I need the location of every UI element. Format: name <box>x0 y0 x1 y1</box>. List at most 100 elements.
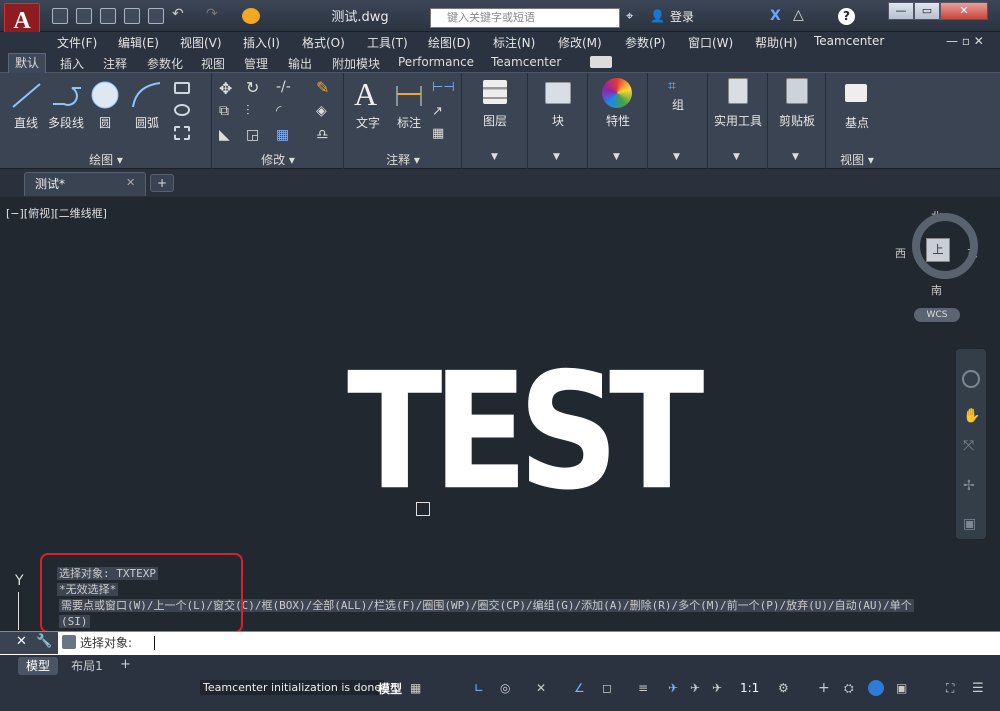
block-button[interactable]: 块 <box>536 112 580 129</box>
selection-cycling-icon[interactable]: ◻ <box>602 681 612 695</box>
document-window-controls[interactable]: — ▫ ✕ <box>946 34 984 48</box>
panel-annotation-title[interactable]: 注释 ▾ <box>344 151 462 168</box>
panel-modify-title[interactable]: 修改 ▾ <box>212 151 344 168</box>
trim-icon[interactable]: -/- <box>276 79 291 95</box>
clipboard-button[interactable]: 剪贴板 <box>772 112 822 129</box>
rectangle-icon[interactable] <box>174 82 190 94</box>
command-input[interactable] <box>154 636 155 650</box>
close-window-button[interactable]: ✕ <box>940 2 988 20</box>
fillet-icon[interactable]: ◜ <box>276 103 281 119</box>
tab-annotate[interactable]: 注释 <box>103 55 127 72</box>
open-icon[interactable] <box>76 8 92 24</box>
circle-button[interactable]: 圆 <box>90 114 120 131</box>
erase-icon[interactable]: ✎ <box>316 78 329 97</box>
hatch-icon[interactable] <box>174 104 190 116</box>
viewport-controls[interactable]: [−][俯视][二维线框] <box>6 205 107 221</box>
base-point-button[interactable]: 基点 <box>834 114 880 131</box>
menu-draw[interactable]: 绘图(D) <box>428 34 471 51</box>
search-input[interactable]: 键入关键字或短语 <box>430 8 620 28</box>
tab-parametric[interactable]: 参数化 <box>147 55 183 72</box>
panel-draw-title[interactable]: 绘图 ▾ <box>0 151 212 168</box>
annotation-scale-icon[interactable]: ✈ <box>668 681 678 695</box>
tab-teamcenter[interactable]: Teamcenter <box>491 55 561 69</box>
line-button[interactable]: 直线 <box>8 114 44 131</box>
add-layout-icon[interactable]: + <box>120 657 131 672</box>
a360-icon[interactable]: △ <box>793 7 804 23</box>
tab-view[interactable]: 视图 <box>201 55 225 72</box>
minimize-button[interactable]: — <box>888 2 914 20</box>
utilities-button[interactable]: 实用工具 <box>708 112 768 129</box>
fullscreen-icon[interactable]: ⛶ <box>946 681 954 696</box>
properties-button[interactable]: 特性 <box>596 112 640 129</box>
customize-wrench-icon[interactable]: 🔧 <box>36 634 52 649</box>
text-icon[interactable]: A <box>354 76 377 113</box>
tab-performance[interactable]: Performance <box>398 55 474 69</box>
close-command-icon[interactable]: ✕ <box>16 634 27 649</box>
polyline-icon[interactable] <box>50 80 84 110</box>
save-as-icon[interactable] <box>124 8 140 24</box>
tab-default[interactable]: 默认 <box>8 53 47 73</box>
menu-view[interactable]: 视图(V) <box>180 34 222 51</box>
maximize-button[interactable]: ▭ <box>914 2 940 20</box>
new-icon[interactable] <box>52 8 68 24</box>
tab-manage[interactable]: 管理 <box>244 55 268 72</box>
undo-icon[interactable]: ↶ <box>172 6 184 22</box>
osnap-icon[interactable]: ✕ <box>536 681 546 695</box>
text-button[interactable]: 文字 <box>350 114 386 131</box>
isolate-icon[interactable]: ⛭ <box>844 681 854 696</box>
help-icon[interactable]: ? <box>838 8 855 25</box>
workspace-icon[interactable] <box>242 8 260 24</box>
group-button[interactable]: 组 <box>656 96 700 113</box>
tab-layout1[interactable]: 布局1 <box>64 657 110 675</box>
ortho-icon[interactable]: ∟ <box>474 681 484 695</box>
leader-icon[interactable]: ↗ <box>432 104 443 119</box>
insert-block-icon[interactable] <box>545 82 571 104</box>
block-dropdown-icon[interactable]: ▼ <box>553 152 560 162</box>
status-menu-icon[interactable]: ☰ <box>972 681 984 696</box>
move-icon[interactable]: ✥ <box>219 79 232 98</box>
layers-dropdown-icon[interactable]: ▼ <box>491 152 498 162</box>
array-icon[interactable]: ▦ <box>276 127 289 143</box>
compass-south[interactable]: 南 <box>931 282 942 298</box>
login-button[interactable]: 登录 <box>670 8 694 25</box>
polyline-button[interactable]: 多段线 <box>44 114 88 131</box>
close-tab-icon[interactable]: ✕ <box>126 176 135 189</box>
group-dropdown-icon[interactable]: ▼ <box>673 152 680 162</box>
viewcube-top-face[interactable]: 上 <box>926 238 950 262</box>
menu-dimension[interactable]: 标注(N) <box>493 34 535 51</box>
dimension-button[interactable]: 标注 <box>390 114 428 131</box>
linear-dim-icon[interactable]: ⊢⊣ <box>432 80 455 95</box>
binoculars-icon[interactable]: ⌖ <box>626 9 633 24</box>
wcs-menu[interactable]: WCS <box>914 308 960 322</box>
stretch-icon[interactable]: ◣ <box>219 127 230 143</box>
print-icon[interactable] <box>148 8 164 24</box>
base-point-icon[interactable] <box>845 84 867 102</box>
pan-icon[interactable]: ✋ <box>963 408 980 424</box>
grid-icon[interactable]: ▦ <box>410 681 421 695</box>
menu-teamcenter[interactable]: Teamcenter <box>814 34 884 48</box>
menu-format[interactable]: 格式(O) <box>302 34 345 51</box>
circle-icon[interactable] <box>90 80 120 110</box>
menu-edit[interactable]: 编辑(E) <box>118 34 159 51</box>
auto-scale-icon[interactable]: ✈ <box>712 681 722 695</box>
group-icon[interactable]: ⌗ <box>668 78 676 94</box>
arc-button[interactable]: 圆弧 <box>130 114 164 131</box>
calculator-icon[interactable] <box>728 78 748 104</box>
clean-screen-icon[interactable]: ▣ <box>896 681 907 695</box>
utilities-dropdown-icon[interactable]: ▼ <box>733 152 740 162</box>
menu-modify[interactable]: 修改(M) <box>558 34 602 51</box>
color-wheel-icon[interactable] <box>602 78 632 108</box>
tab-addins[interactable]: 附加模块 <box>332 55 380 72</box>
showmotion-icon[interactable]: ▣ <box>963 516 976 532</box>
workspace-gear-icon[interactable]: ⚙ <box>778 681 789 695</box>
menu-insert[interactable]: 插入(I) <box>243 34 280 51</box>
menu-parameter[interactable]: 参数(P) <box>625 34 666 51</box>
redo-icon[interactable]: ↷ <box>206 6 218 22</box>
panel-view-title[interactable]: 视图 ▾ <box>826 151 888 168</box>
tab-model[interactable]: 模型 <box>18 657 58 675</box>
clipboard-dropdown-icon[interactable]: ▼ <box>792 152 799 162</box>
scale-icon[interactable]: ◲ <box>246 127 259 143</box>
properties-dropdown-icon[interactable]: ▼ <box>613 152 620 162</box>
tab-insert[interactable]: 插入 <box>60 55 84 72</box>
polar-icon[interactable]: ◎ <box>500 681 510 695</box>
